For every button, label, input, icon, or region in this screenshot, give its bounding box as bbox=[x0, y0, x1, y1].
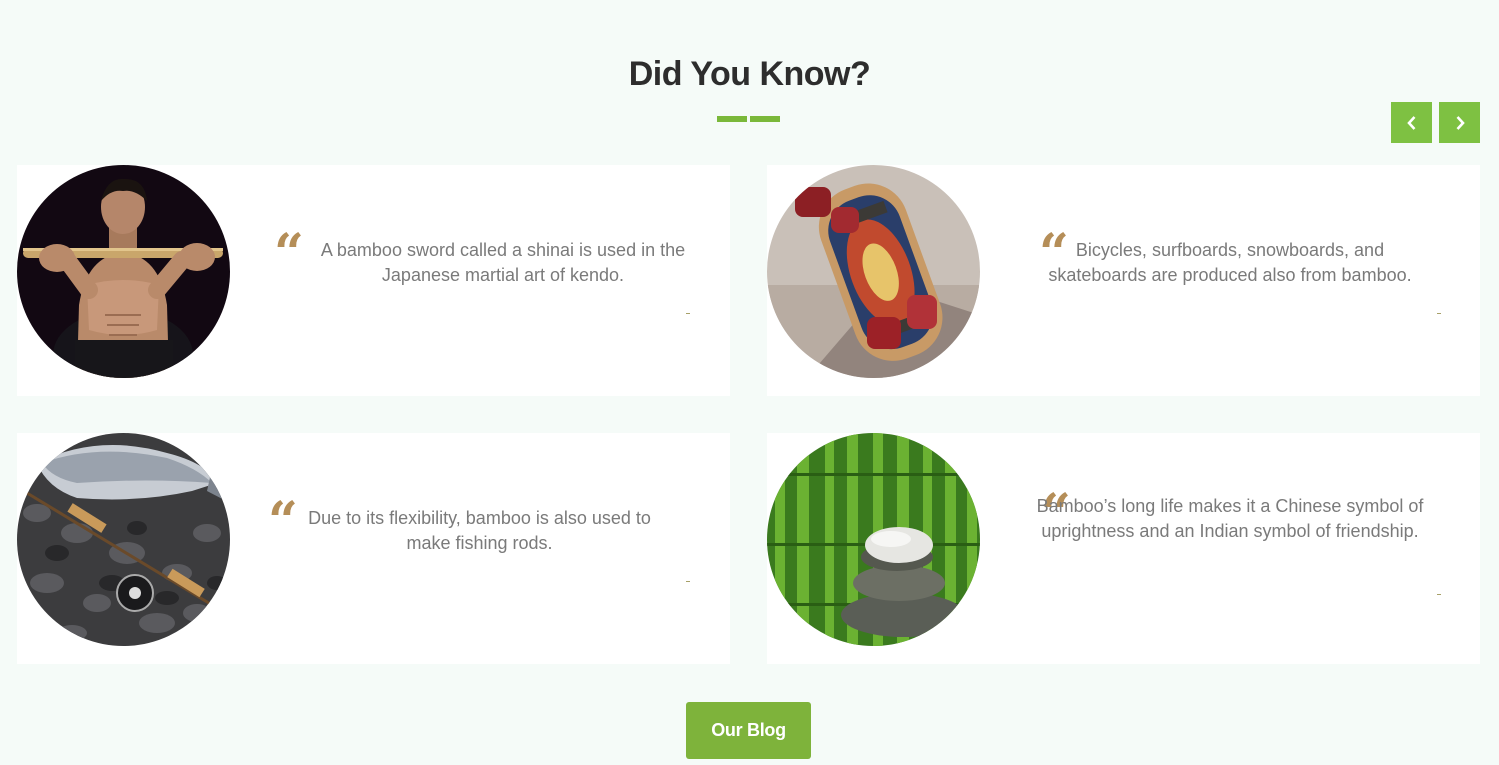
fact-photo-fishing bbox=[17, 433, 230, 646]
section-title: Did You Know? bbox=[628, 55, 871, 93]
chevron-right-icon bbox=[1456, 115, 1465, 130]
fact-photo-stones bbox=[767, 433, 980, 646]
quote-icon: “ bbox=[268, 491, 298, 552]
quote-icon: “ bbox=[274, 223, 304, 284]
fact-text: A bamboo sword called a shinai is used i… bbox=[320, 240, 686, 285]
fact-card: “ A bamboo sword called a shinai is used… bbox=[17, 165, 730, 396]
fact-photo-kendo bbox=[17, 165, 230, 378]
fact-author-dash bbox=[686, 581, 690, 582]
chevron-left-icon bbox=[1406, 115, 1415, 130]
fact-author-dash bbox=[1437, 594, 1441, 595]
our-blog-button[interactable]: Our Blog bbox=[686, 702, 811, 759]
fact-card: “ Bicycles, surfboards, snowboards, and … bbox=[767, 165, 1480, 396]
fact-author-dash bbox=[1437, 313, 1441, 314]
fact-card: “ Bamboo’s long life makes it a Chinese … bbox=[767, 433, 1480, 664]
fact-card: “ Due to its flexibility, bamboo is also… bbox=[17, 433, 730, 664]
fact-author-dash bbox=[686, 313, 690, 314]
fact-photo-skateboard bbox=[767, 165, 980, 378]
fact-text: Due to its flexibility, bamboo is also u… bbox=[308, 508, 651, 553]
carousel-next-button[interactable] bbox=[1439, 102, 1480, 143]
fact-text: Bamboo’s long life makes it a Chinese sy… bbox=[1036, 496, 1424, 541]
carousel-prev-button[interactable] bbox=[1391, 102, 1432, 143]
title-underline bbox=[717, 116, 780, 122]
fact-text: Bicycles, surfboards, snowboards, and sk… bbox=[1048, 240, 1412, 285]
